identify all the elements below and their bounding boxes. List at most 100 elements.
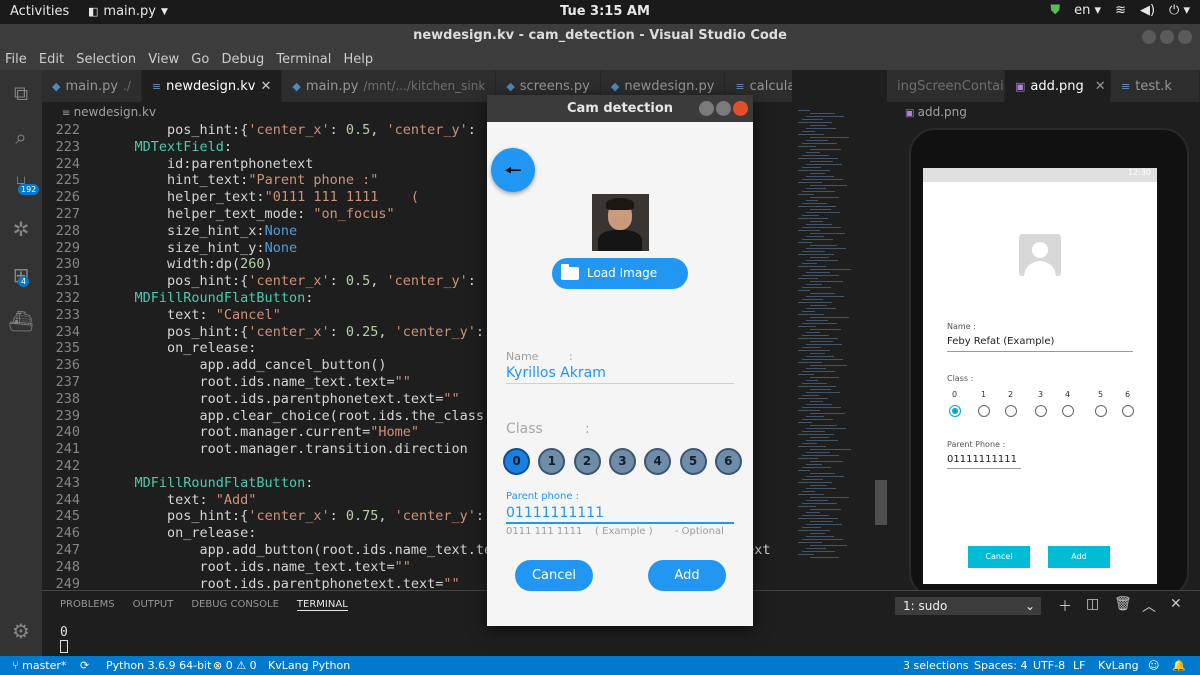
line-number: 227 [55, 206, 80, 222]
minimap-line [802, 203, 827, 204]
plus-icon[interactable]: ＋ [1058, 596, 1072, 616]
menu-go[interactable]: Go [191, 52, 209, 67]
split-terminal-icon[interactable]: ◫ [1086, 596, 1099, 612]
power-icon[interactable]: ⏻ ▾ [1169, 3, 1190, 18]
minimap[interactable] [792, 102, 887, 590]
tab-output[interactable]: OUTPUT [133, 599, 174, 611]
minimap-line [806, 464, 822, 465]
line-number: 230 [55, 256, 80, 273]
preview-class-number: 2 [1008, 390, 1014, 399]
bell-icon[interactable]: 🔔 [1172, 659, 1186, 672]
minimap-line [810, 173, 825, 174]
preview-add-button: Add [1048, 546, 1110, 568]
error-count: 0 [225, 659, 233, 672]
back-arrow-button[interactable]: 🠔 [491, 148, 535, 192]
minimap-line [810, 209, 831, 210]
close-panel-icon[interactable]: ✕ [1170, 596, 1182, 612]
menu-debug[interactable]: Debug [221, 52, 264, 67]
class-button-2[interactable]: 2 [573, 448, 601, 475]
language-indicator[interactable]: en ▾ [1074, 3, 1101, 18]
tab-newdesign-kv[interactable]: ≡ newdesign.kv ✕ [141, 70, 283, 102]
maximize-button[interactable] [716, 101, 731, 116]
minimap-line [802, 431, 825, 432]
preview-class-radio [1095, 405, 1107, 417]
shield-icon[interactable]: ⛊ [1050, 3, 1060, 18]
tab-main-py-kitchen-sink[interactable]: ◆ main.py /mnt/.../kitchen_sink [282, 70, 497, 102]
volume-icon[interactable]: ◀) [1140, 3, 1155, 18]
menu-terminal[interactable]: Terminal [276, 52, 331, 67]
selections-count[interactable]: 3 selections [903, 659, 969, 672]
clock[interactable]: Tue 3:15 AM [560, 4, 650, 19]
maximize-button[interactable] [1160, 30, 1174, 44]
menu-file[interactable]: File [5, 52, 27, 67]
language-server[interactable]: KvLang Python [268, 659, 350, 672]
kivy-titlebar[interactable]: Cam detection [487, 95, 753, 122]
eol[interactable]: LF [1073, 659, 1085, 672]
class-button-3[interactable]: 3 [608, 448, 636, 475]
menu-selection[interactable]: Selection [76, 52, 136, 67]
minimize-button[interactable] [1142, 30, 1156, 44]
cancel-button[interactable]: Cancel [515, 560, 593, 591]
minimize-button[interactable] [699, 101, 714, 116]
tab-problems[interactable]: PROBLEMS [60, 599, 115, 611]
class-button-6[interactable]: 6 [714, 448, 742, 475]
tab-label: newdesign.kv [166, 78, 256, 94]
git-branch[interactable]: ⑂ master* [12, 659, 66, 672]
activities-button[interactable]: Activities [10, 4, 69, 19]
tab-main-py[interactable]: ◆ main.py ./ [42, 70, 142, 102]
class-button-1[interactable]: 1 [538, 448, 566, 475]
class-button-4[interactable]: 4 [644, 448, 672, 475]
close-button[interactable] [1178, 30, 1192, 44]
gear-icon[interactable]: ⚙ [8, 618, 34, 644]
add-button[interactable]: Add [648, 560, 726, 591]
python-interpreter[interactable]: Python 3.6.9 64-bit [106, 659, 211, 672]
activity-bar: ⧉ ⌕ ⑂ 192 ✲ ⊞ 4 ⛴ ⚙ [0, 70, 42, 656]
minimap-line [806, 308, 836, 309]
phone-field-value[interactable]: 01111111111 [506, 505, 604, 521]
encoding[interactable]: UTF-8 [1033, 659, 1065, 672]
class-button-0[interactable]: 0 [503, 448, 530, 475]
menu-view[interactable]: View [148, 52, 179, 67]
docker-icon[interactable]: ⛴ [8, 308, 34, 334]
minimap-line [802, 167, 821, 168]
close-icon[interactable]: ✕ [260, 79, 271, 94]
code-text: hint_text:"Parent phone :" [102, 172, 379, 189]
trash-icon[interactable]: 🗑 [1114, 596, 1132, 612]
sync-icon[interactable]: ⟳ [80, 659, 89, 672]
minimap-line [806, 188, 826, 189]
terminal-output[interactable]: 0 [60, 625, 68, 653]
class-button-5[interactable]: 5 [679, 448, 707, 475]
tab-terminal[interactable]: TERMINAL [296, 599, 348, 611]
indentation[interactable]: Spaces: 4 [974, 659, 1027, 672]
right-breadcrumb[interactable]: ▣ add.png [887, 102, 1200, 122]
terminal-select[interactable]: 1: sudo ⌄ [895, 597, 1041, 615]
load-image-button[interactable]: Load Image [552, 258, 688, 289]
wifi-icon[interactable]: ≋ [1115, 3, 1126, 18]
minimap-line [806, 332, 820, 333]
debug-icon[interactable]: ✲ [8, 216, 34, 242]
chevron-up-icon[interactable]: ︿ [1142, 596, 1156, 616]
minimap-line [810, 377, 839, 378]
explorer-icon[interactable]: ⧉ [8, 80, 34, 106]
app-menu[interactable]: ◧ main.py ▼ [88, 4, 168, 19]
menu-edit[interactable]: Edit [39, 52, 64, 67]
tab-add-png[interactable]: ▣ add.png ✕ [1005, 70, 1111, 102]
menu-help[interactable]: Help [343, 52, 373, 67]
phone-clock: 12:30 [1127, 168, 1151, 177]
feedback-icon[interactable]: ☺ [1148, 659, 1159, 672]
source-control-badge: 192 [18, 184, 40, 195]
tab-debug-console[interactable]: DEBUG CONSOLE [191, 599, 279, 611]
minimap-line [802, 347, 821, 348]
name-field-value[interactable]: Kyrillos Akram [506, 365, 606, 381]
search-icon[interactable]: ⌕ [8, 124, 34, 150]
line-number: 232 [55, 290, 80, 306]
close-icon[interactable]: ✕ [1095, 79, 1106, 94]
minimap-line [802, 287, 831, 288]
problems-indicator[interactable]: ⊗ 0 ⚠ 0 [213, 659, 257, 672]
tab-screen-containt[interactable]: ingScreenContaint [887, 70, 1017, 102]
minimap-line [806, 224, 832, 225]
close-button[interactable] [733, 101, 748, 116]
editor-scrollbar[interactable] [875, 480, 887, 525]
tab-test-kv[interactable]: ≡ test.k [1111, 70, 1200, 102]
language-mode[interactable]: KvLang [1098, 659, 1139, 672]
